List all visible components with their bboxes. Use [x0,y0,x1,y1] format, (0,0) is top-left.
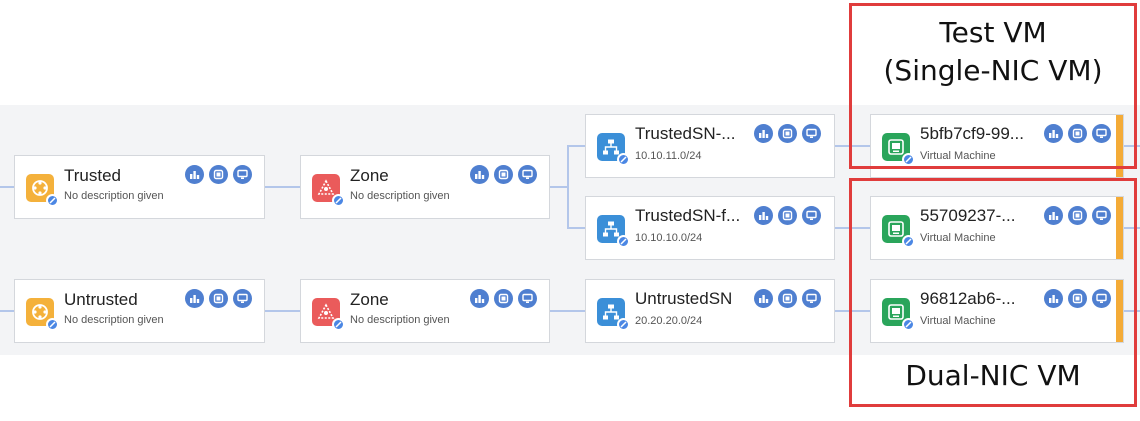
node-description: No description given [350,190,450,202]
connector-left-top [0,186,14,188]
copy-icon[interactable] [209,165,228,184]
connector-branch-subnet1 [567,145,585,147]
node-title: Untrusted [64,290,138,309]
connector-left-bottom [0,310,14,312]
node-description: No description given [64,190,164,202]
callout-dual-nic-vm-label: Dual-NIC VM [905,359,1081,392]
topology-canvas: Trusted No description given Zone No des… [0,0,1140,421]
chart-icon[interactable] [470,165,489,184]
node-title: TrustedSN-... [635,124,736,143]
policy-node-untrusted[interactable]: Untrusted No description given [14,279,265,343]
edit-badge-icon[interactable] [617,235,630,248]
zone-icon [312,298,345,331]
node-cidr: 20.20.20.0/24 [635,315,703,327]
edit-badge-icon[interactable] [332,318,345,331]
node-actions [185,289,252,308]
monitor-icon[interactable] [802,289,821,308]
connector-branch-vertical [567,145,569,228]
chart-icon[interactable] [754,124,773,143]
subnet-node-trusted-2[interactable]: TrustedSN-f... 10.10.10.0/24 [585,196,835,260]
chart-icon[interactable] [185,289,204,308]
edit-badge-icon[interactable] [332,194,345,207]
connector-zone-untrusted-subnet [550,310,585,312]
chart-icon[interactable] [754,206,773,225]
node-actions [470,289,537,308]
zone-node-bottom[interactable]: Zone No description given [300,279,550,343]
connector-untrusted-zone [265,310,300,312]
policy-icon [26,174,59,207]
connector-zone-branch [550,186,568,188]
chart-icon[interactable] [185,165,204,184]
connector-trusted-zone [265,186,300,188]
copy-icon[interactable] [778,124,797,143]
callout-test-vm-line1: Test VM [939,16,1047,49]
copy-icon[interactable] [778,289,797,308]
subnet-icon [597,215,630,248]
monitor-icon[interactable] [518,165,537,184]
node-cidr: 10.10.11.0/24 [635,150,702,162]
chart-icon[interactable] [754,289,773,308]
callout-test-vm-line2: (Single-NIC VM) [883,54,1103,87]
connector-branch-subnet2 [567,227,585,229]
callout-test-vm-label: Test VM (Single-NIC VM) [852,14,1134,90]
node-title: Zone [350,166,389,185]
node-actions [754,124,821,143]
node-title: UntrustedSN [635,289,733,308]
node-description: No description given [350,314,450,326]
subnet-icon [597,298,630,331]
subnet-node-trusted-1[interactable]: TrustedSN-... 10.10.11.0/24 [585,114,835,178]
monitor-icon[interactable] [233,289,252,308]
copy-icon[interactable] [209,289,228,308]
node-actions [754,206,821,225]
edit-badge-icon[interactable] [46,194,59,207]
copy-icon[interactable] [778,206,797,225]
chart-icon[interactable] [470,289,489,308]
policy-node-trusted[interactable]: Trusted No description given [14,155,265,219]
node-actions [185,165,252,184]
edit-badge-icon[interactable] [46,318,59,331]
node-actions [470,165,537,184]
edit-badge-icon[interactable] [617,318,630,331]
node-cidr: 10.10.10.0/24 [635,232,703,244]
subnet-icon [597,133,630,166]
monitor-icon[interactable] [518,289,537,308]
node-title: Zone [350,290,389,309]
node-description: No description given [64,314,164,326]
copy-icon[interactable] [494,289,513,308]
edit-badge-icon[interactable] [617,153,630,166]
node-title: Trusted [64,166,122,185]
node-actions [754,289,821,308]
zone-icon [312,174,345,207]
policy-icon [26,298,59,331]
monitor-icon[interactable] [802,206,821,225]
node-title: TrustedSN-f... [635,206,741,225]
zone-node-top[interactable]: Zone No description given [300,155,550,219]
monitor-icon[interactable] [233,165,252,184]
copy-icon[interactable] [494,165,513,184]
subnet-node-untrusted[interactable]: UntrustedSN 20.20.20.0/24 [585,279,835,343]
monitor-icon[interactable] [802,124,821,143]
